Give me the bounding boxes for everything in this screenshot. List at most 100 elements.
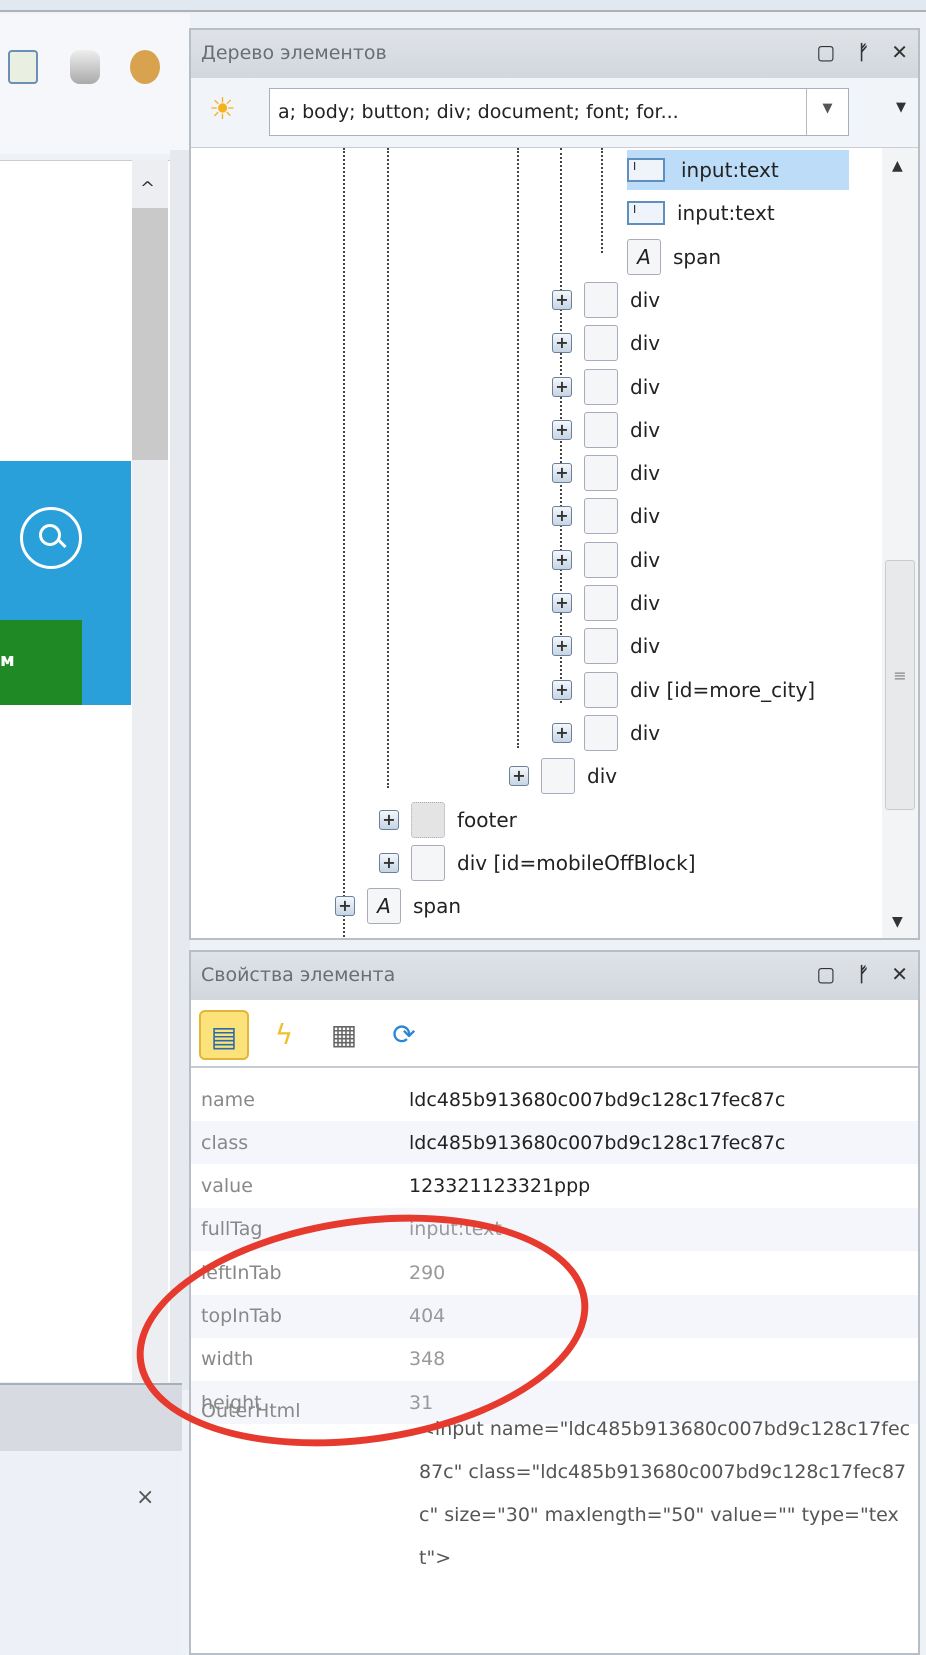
expand-icon[interactable]: + [552, 722, 572, 743]
clear-database-icon[interactable] [70, 50, 100, 84]
scroll-thumb[interactable]: ≡ [885, 560, 915, 810]
window-top-bar [0, 0, 926, 12]
tree-node[interactable]: + div [552, 367, 660, 407]
element-icon [584, 671, 618, 708]
pin-icon[interactable]: ᚠ [857, 40, 869, 64]
tree-node[interactable]: + div [552, 713, 660, 753]
panel-title-text: Дерево элементов [201, 42, 387, 64]
text-icon: A [627, 238, 661, 275]
property-value-outerhtml: <input name="ldc485b913680c007bd9c128c17… [419, 1418, 911, 1569]
tree-node-label: div [id=mobileOffBlock] [457, 850, 696, 875]
expand-icon[interactable]: + [552, 593, 572, 613]
property-value: 290 [409, 1261, 446, 1284]
property-value: ldc485b913680c007bd9c128c17fec87c [409, 1131, 786, 1154]
property-row[interactable]: name ldc485b913680c007bd9c128c17fec87c [191, 1078, 918, 1121]
tree-node-label: div [630, 591, 661, 615]
element-icon [541, 758, 575, 795]
tree-node[interactable]: + footer [379, 800, 517, 840]
tree-node[interactable]: + div [552, 626, 660, 666]
properties-view-icon[interactable]: ▤ [199, 1010, 249, 1060]
tree-node[interactable]: Iinput:text [627, 193, 775, 233]
tree-node[interactable]: + div [509, 756, 617, 796]
expand-icon[interactable]: + [335, 896, 355, 917]
property-key: class [201, 1131, 249, 1154]
tree-node[interactable]: + Aspan [335, 886, 461, 926]
browser-scrollbar[interactable]: ^ [132, 160, 168, 1382]
element-icon [584, 455, 618, 492]
tree-node[interactable]: + div [552, 496, 660, 536]
element-properties-panel: Свойства элемента ▢ ᚠ ✕ ▤ ϟ ▦ ⟳ name ldc485… [189, 950, 920, 1655]
property-key: fullTag [201, 1218, 263, 1241]
expand-icon[interactable]: + [552, 679, 572, 700]
element-icon [584, 714, 618, 751]
property-key: width [201, 1348, 254, 1371]
close-icon[interactable]: ✕ [891, 962, 908, 986]
property-value: 123321123321ppp [409, 1175, 591, 1198]
green-button[interactable]: м [0, 620, 82, 705]
tree-node[interactable]: + div [552, 280, 660, 320]
expand-icon[interactable]: + [379, 852, 399, 873]
refresh-icon[interactable]: ⟳ [379, 1010, 429, 1060]
property-row[interactable]: width 348 [191, 1338, 918, 1381]
property-row[interactable]: leftInTab 290 [191, 1251, 918, 1294]
expand-icon[interactable]: + [552, 333, 572, 354]
expand-icon[interactable]: + [552, 549, 572, 570]
element-icon [584, 628, 618, 665]
element-icon [584, 541, 618, 578]
search-icon[interactable] [20, 507, 82, 569]
expand-icon[interactable]: + [552, 376, 572, 397]
close-icon[interactable]: × [136, 1485, 154, 1510]
tree-node[interactable]: + div [id=more_city] [552, 670, 815, 710]
tree-node[interactable]: + div [552, 453, 660, 493]
tree-node-label: input:text [681, 158, 779, 182]
tree-node[interactable]: Aspan [627, 237, 721, 277]
tree-node[interactable]: + div [id=mobileOffBlock] [379, 843, 696, 883]
property-value: ldc485b913680c007bd9c128c17fec87c [409, 1088, 786, 1111]
close-icon[interactable]: ✕ [891, 40, 908, 64]
page-list-icon[interactable] [8, 50, 38, 84]
expand-icon[interactable]: + [552, 463, 572, 484]
scroll-up-icon[interactable]: ^ [140, 178, 155, 199]
element-tree[interactable]: Iinput:text Iinput:text Aspan + div + div + div +… [191, 148, 918, 938]
browser-toolbar [0, 14, 190, 154]
pin-icon[interactable]: ᚠ [857, 962, 869, 986]
scroll-thumb[interactable] [132, 208, 168, 460]
splitter[interactable] [170, 150, 190, 1390]
tree-node-label: span [673, 244, 722, 269]
expand-icon[interactable]: + [509, 766, 529, 787]
highlight-sun-icon[interactable]: ☀ [209, 92, 236, 127]
property-row[interactable]: fullTag input:text [191, 1207, 918, 1251]
tag-filter-combobox[interactable]: a; body; button; div; document; font; fo… [269, 88, 849, 136]
more-options-icon[interactable]: ▼ [896, 100, 906, 115]
property-value: 404 [409, 1305, 446, 1327]
tree-node[interactable]: Iinput:text [627, 150, 849, 190]
expand-icon[interactable]: + [552, 289, 572, 310]
expand-icon[interactable]: + [552, 636, 572, 657]
chevron-down-icon[interactable]: ▼ [806, 89, 848, 135]
attributes-list-icon[interactable]: ▦ [319, 1010, 369, 1060]
element-icon [411, 844, 445, 881]
element-tree-panel: Дерево элементов ▢ ᚠ ✕ ☀ a; body; button; … [189, 28, 920, 940]
events-lightning-icon[interactable]: ϟ [259, 1010, 309, 1060]
scroll-down-icon[interactable]: ▼ [892, 914, 903, 930]
clear-cookies-icon[interactable] [130, 50, 160, 84]
maximize-icon[interactable]: ▢ [816, 40, 835, 64]
tree-node[interactable]: + div [552, 540, 660, 580]
expand-icon[interactable]: + [379, 809, 399, 830]
property-row[interactable]: class ldc485b913680c007bd9c128c17fec87c [191, 1121, 918, 1165]
expand-icon[interactable]: + [552, 419, 572, 440]
tree-node[interactable]: + div [552, 583, 660, 623]
tree-scrollbar[interactable]: ▲ ≡ ▼ [882, 148, 918, 938]
element-icon [584, 281, 618, 318]
property-row[interactable]: topInTab 404 [191, 1294, 918, 1338]
tree-node-label: div [630, 504, 661, 529]
maximize-icon[interactable]: ▢ [816, 962, 835, 986]
element-icon [584, 325, 618, 362]
tree-node-label: input:text [677, 201, 775, 226]
tree-node[interactable]: + div [552, 323, 660, 363]
scroll-up-icon[interactable]: ▲ [892, 158, 903, 174]
property-row[interactable]: value 123321123321ppp [191, 1165, 918, 1208]
expand-icon[interactable]: + [552, 506, 572, 527]
element-icon [584, 368, 618, 405]
tree-node[interactable]: + div [552, 410, 660, 450]
